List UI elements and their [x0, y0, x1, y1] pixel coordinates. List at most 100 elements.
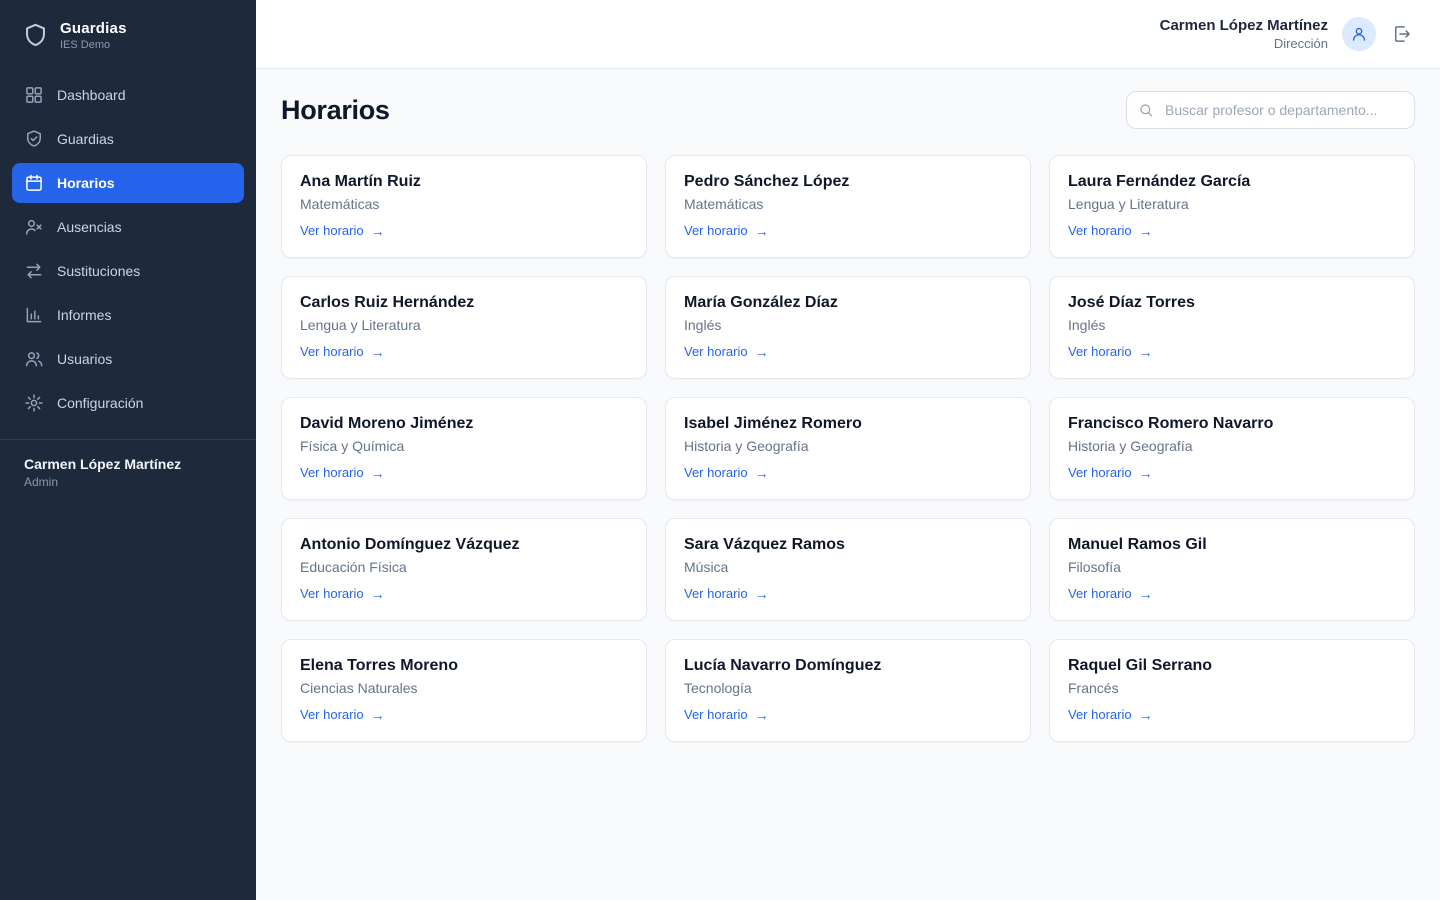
topbar-user-block: Carmen López Martínez Dirección [1160, 17, 1414, 51]
view-schedule-label: Ver horario [684, 465, 748, 480]
teacher-department: Inglés [684, 317, 1012, 333]
teacher-card-maria-gonzalez-diaz: María González Díaz Inglés Ver horario → [665, 276, 1031, 379]
teacher-name: María González Díaz [684, 294, 1012, 312]
app-logo-text: Guardias IES Demo [60, 20, 127, 51]
arrow-right-icon: → [755, 345, 769, 359]
teacher-department: Música [684, 559, 1012, 575]
view-schedule-label: Ver horario [684, 586, 748, 601]
view-schedule-label: Ver horario [1068, 223, 1132, 238]
sidebar-item-label: Horarios [57, 175, 115, 191]
view-schedule-label: Ver horario [300, 707, 364, 722]
view-schedule-link[interactable]: Ver horario → [1068, 707, 1153, 722]
teacher-card-carlos-ruiz-hernandez: Carlos Ruiz Hernández Lengua y Literatur… [281, 276, 647, 379]
teacher-name: David Moreno Jiménez [300, 415, 628, 433]
app-logo: Guardias IES Demo [0, 0, 256, 65]
topbar-user-text: Carmen López Martínez Dirección [1160, 17, 1328, 51]
sidebar-user-name: Carmen López Martínez [24, 456, 232, 472]
calendar-icon [24, 173, 44, 193]
header-user-name: Carmen López Martínez [1160, 17, 1328, 34]
sidebar-item-horarios[interactable]: Horarios [12, 163, 244, 203]
sidebar-user: Carmen López Martínez Admin [0, 439, 256, 505]
teacher-card-lucia-navarro-dominguez: Lucía Navarro Domínguez Tecnología Ver h… [665, 639, 1031, 742]
sidebar-item-usuarios[interactable]: Usuarios [12, 339, 244, 379]
logout-button[interactable] [1390, 22, 1414, 46]
view-schedule-link[interactable]: Ver horario → [1068, 344, 1153, 359]
view-schedule-link[interactable]: Ver horario → [684, 344, 769, 359]
sidebar-item-sustituciones[interactable]: Sustituciones [12, 251, 244, 291]
view-schedule-link[interactable]: Ver horario → [300, 223, 385, 238]
view-schedule-link[interactable]: Ver horario → [300, 465, 385, 480]
page-title: Horarios [281, 95, 390, 126]
view-schedule-link[interactable]: Ver horario → [684, 586, 769, 601]
view-schedule-label: Ver horario [300, 344, 364, 359]
sidebar-item-ausencias[interactable]: Ausencias [12, 207, 244, 247]
teacher-department: Inglés [1068, 317, 1396, 333]
teacher-department: Lengua y Literatura [300, 317, 628, 333]
view-schedule-link[interactable]: Ver horario → [1068, 586, 1153, 601]
view-schedule-link[interactable]: Ver horario → [684, 707, 769, 722]
shield-logo-icon [22, 22, 49, 49]
chart-icon [24, 305, 44, 325]
sidebar-item-label: Ausencias [57, 219, 122, 235]
view-schedule-link[interactable]: Ver horario → [300, 707, 385, 722]
sidebar-item-configuracion[interactable]: Configuración [12, 383, 244, 423]
teacher-name: Elena Torres Moreno [300, 657, 628, 675]
view-schedule-label: Ver horario [300, 465, 364, 480]
arrow-right-icon: → [371, 224, 385, 238]
teacher-card-antonio-dominguez-vazquez: Antonio Domínguez Vázquez Educación Físi… [281, 518, 647, 621]
teacher-name: Sara Vázquez Ramos [684, 536, 1012, 554]
arrow-right-icon: → [1139, 224, 1153, 238]
avatar[interactable] [1342, 17, 1376, 51]
sidebar-item-label: Configuración [57, 395, 143, 411]
teacher-name: Raquel Gil Serrano [1068, 657, 1396, 675]
teacher-card-laura-fernandez-garcia: Laura Fernández García Lengua y Literatu… [1049, 155, 1415, 258]
view-schedule-link[interactable]: Ver horario → [300, 586, 385, 601]
search-input[interactable] [1126, 91, 1415, 129]
sidebar-item-label: Informes [57, 307, 111, 323]
main-content: Horarios Ana Martín Ruiz Matemáticas Ver… [256, 69, 1440, 900]
arrow-right-icon: → [755, 708, 769, 722]
teacher-card-raquel-gil-serrano: Raquel Gil Serrano Francés Ver horario → [1049, 639, 1415, 742]
header-user-role: Dirección [1160, 36, 1328, 51]
teacher-card-jose-diaz-torres: José Díaz Torres Inglés Ver horario → [1049, 276, 1415, 379]
app-subtitle: IES Demo [60, 39, 127, 51]
view-schedule-link[interactable]: Ver horario → [684, 223, 769, 238]
teacher-department: Matemáticas [300, 196, 628, 212]
teacher-department: Historia y Geografía [684, 438, 1012, 454]
arrow-right-icon: → [1139, 345, 1153, 359]
arrow-right-icon: → [1139, 466, 1153, 480]
sidebar-item-guardias[interactable]: Guardias [12, 119, 244, 159]
arrow-right-icon: → [1139, 587, 1153, 601]
view-schedule-link[interactable]: Ver horario → [300, 344, 385, 359]
view-schedule-label: Ver horario [300, 586, 364, 601]
dashboard-icon [24, 85, 44, 105]
teacher-department: Filosofía [1068, 559, 1396, 575]
app-title: Guardias [60, 20, 127, 37]
view-schedule-label: Ver horario [684, 344, 748, 359]
shield-check-icon [24, 129, 44, 149]
teacher-card-ana-martin-ruiz: Ana Martín Ruiz Matemáticas Ver horario … [281, 155, 647, 258]
teacher-name: Manuel Ramos Gil [1068, 536, 1396, 554]
arrow-right-icon: → [755, 587, 769, 601]
teacher-name: Carlos Ruiz Hernández [300, 294, 628, 312]
sidebar-user-role: Admin [24, 475, 232, 489]
arrow-right-icon: → [371, 708, 385, 722]
teacher-card-francisco-romero-navarro: Francisco Romero Navarro Historia y Geog… [1049, 397, 1415, 500]
teacher-department: Tecnología [684, 680, 1012, 696]
teacher-name: Isabel Jiménez Romero [684, 415, 1012, 433]
view-schedule-link[interactable]: Ver horario → [1068, 223, 1153, 238]
search-box [1126, 91, 1415, 129]
teacher-name: Francisco Romero Navarro [1068, 415, 1396, 433]
view-schedule-label: Ver horario [300, 223, 364, 238]
teacher-card-elena-torres-moreno: Elena Torres Moreno Ciencias Naturales V… [281, 639, 647, 742]
view-schedule-link[interactable]: Ver horario → [684, 465, 769, 480]
teacher-department: Ciencias Naturales [300, 680, 628, 696]
sidebar-item-label: Usuarios [57, 351, 112, 367]
search-icon [1138, 102, 1154, 118]
view-schedule-link[interactable]: Ver horario → [1068, 465, 1153, 480]
users-icon [24, 349, 44, 369]
app-root: Guardias IES Demo Dashboard Guardias Hor… [0, 0, 1440, 900]
sidebar-item-informes[interactable]: Informes [12, 295, 244, 335]
teacher-card-pedro-sanchez-lopez: Pedro Sánchez López Matemáticas Ver hora… [665, 155, 1031, 258]
sidebar-item-dashboard[interactable]: Dashboard [12, 75, 244, 115]
